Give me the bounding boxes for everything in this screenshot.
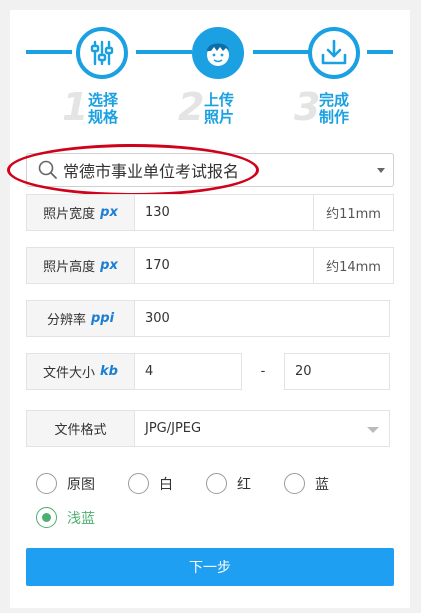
width-label: 照片宽度 px xyxy=(26,194,134,231)
height-label: 照片高度 px xyxy=(26,247,134,284)
format-select[interactable]: JPG/JPEG xyxy=(134,410,390,447)
sliders-icon xyxy=(90,40,114,66)
spec-panel: 1 选择 规格 2 上传 照片 3 完成 制作 常德市事业单位考试报名 照片宽度… xyxy=(7,10,410,608)
portrait-icon xyxy=(207,43,229,66)
resolution-input[interactable]: 300 xyxy=(134,300,390,337)
format-label: 文件格式 xyxy=(26,410,134,447)
search-icon xyxy=(38,160,57,179)
step-connector xyxy=(136,50,192,54)
step-1-label-line2: 规格 xyxy=(88,108,119,126)
radio-circle[interactable] xyxy=(36,473,57,494)
height-mm-note: 约14mm xyxy=(314,247,394,284)
bg-option-label: 蓝 xyxy=(315,476,329,493)
step-1-label-line1: 选择 xyxy=(88,91,119,109)
width-input[interactable]: 130 xyxy=(134,194,314,231)
step-connector xyxy=(367,50,393,54)
bg-option-original[interactable]: 原图 xyxy=(36,473,95,494)
step-1-label: 选择 规格 xyxy=(88,92,122,126)
height-input[interactable]: 170 xyxy=(134,247,314,284)
width-mm-note: 约11mm xyxy=(314,194,394,231)
bg-option-red[interactable]: 红 xyxy=(206,473,251,494)
step-1-circle[interactable] xyxy=(76,27,128,79)
step-3-circle[interactable] xyxy=(308,27,360,79)
bg-option-label: 原图 xyxy=(67,476,95,493)
filesize-unit: kb xyxy=(100,364,118,379)
chevron-down-icon[interactable] xyxy=(377,168,385,173)
bg-option-light-blue[interactable]: 浅蓝 xyxy=(36,507,95,528)
width-label-text: 照片宽度 xyxy=(43,207,96,222)
radio-circle[interactable] xyxy=(128,473,149,494)
search-value: 常德市事业单位考试报名 xyxy=(63,162,240,181)
width-row: 照片宽度 px 130 约11mm xyxy=(26,194,394,231)
format-row: 文件格式 JPG/JPEG xyxy=(26,410,390,447)
download-icon xyxy=(321,39,347,65)
bg-option-blue[interactable]: 蓝 xyxy=(284,473,329,494)
resolution-label: 分辨率 ppi xyxy=(26,300,134,337)
bg-option-label: 白 xyxy=(159,476,173,493)
step-3-label-line2: 制作 xyxy=(319,108,350,126)
next-step-button[interactable]: 下一步 xyxy=(26,548,394,586)
step-2-label-line1: 上传 xyxy=(204,91,235,109)
filesize-label: 文件大小 kb xyxy=(26,353,134,390)
resolution-row: 分辨率 ppi 300 xyxy=(26,300,390,337)
radio-circle-checked[interactable] xyxy=(36,507,57,528)
step-1-number: 1 xyxy=(62,85,89,129)
height-row: 照片高度 px 170 约14mm xyxy=(26,247,394,284)
bg-option-white[interactable]: 白 xyxy=(128,473,173,494)
step-2-circle[interactable] xyxy=(192,27,244,79)
step-connector xyxy=(253,50,309,54)
bg-option-label: 浅蓝 xyxy=(67,510,95,527)
chevron-down-icon xyxy=(367,427,379,433)
resolution-label-text: 分辨率 xyxy=(46,313,86,328)
filesize-max-input[interactable]: 20 xyxy=(284,353,390,390)
step-3-label: 完成 制作 xyxy=(319,92,353,126)
height-label-text: 照片高度 xyxy=(43,260,96,275)
bg-option-label: 红 xyxy=(237,476,251,493)
filesize-label-text: 文件大小 xyxy=(43,366,96,381)
step-2-label: 上传 照片 xyxy=(204,92,238,126)
width-unit: px xyxy=(100,205,118,220)
resolution-unit: ppi xyxy=(90,311,115,326)
format-value: JPG/JPEG xyxy=(145,421,202,436)
radio-circle[interactable] xyxy=(206,473,227,494)
filesize-row: 文件大小 kb 4 - 20 xyxy=(26,353,390,390)
spec-search-select[interactable]: 常德市事业单位考试报名 xyxy=(26,153,394,187)
step-3-label-line1: 完成 xyxy=(319,91,350,109)
filesize-separator: - xyxy=(260,364,266,379)
step-2-label-line2: 照片 xyxy=(204,108,235,126)
step-3-number: 3 xyxy=(294,85,321,129)
height-unit: px xyxy=(100,258,118,273)
radio-circle[interactable] xyxy=(284,473,305,494)
filesize-min-input[interactable]: 4 xyxy=(134,353,242,390)
step-2-number: 2 xyxy=(178,85,205,129)
step-connector xyxy=(26,50,72,54)
